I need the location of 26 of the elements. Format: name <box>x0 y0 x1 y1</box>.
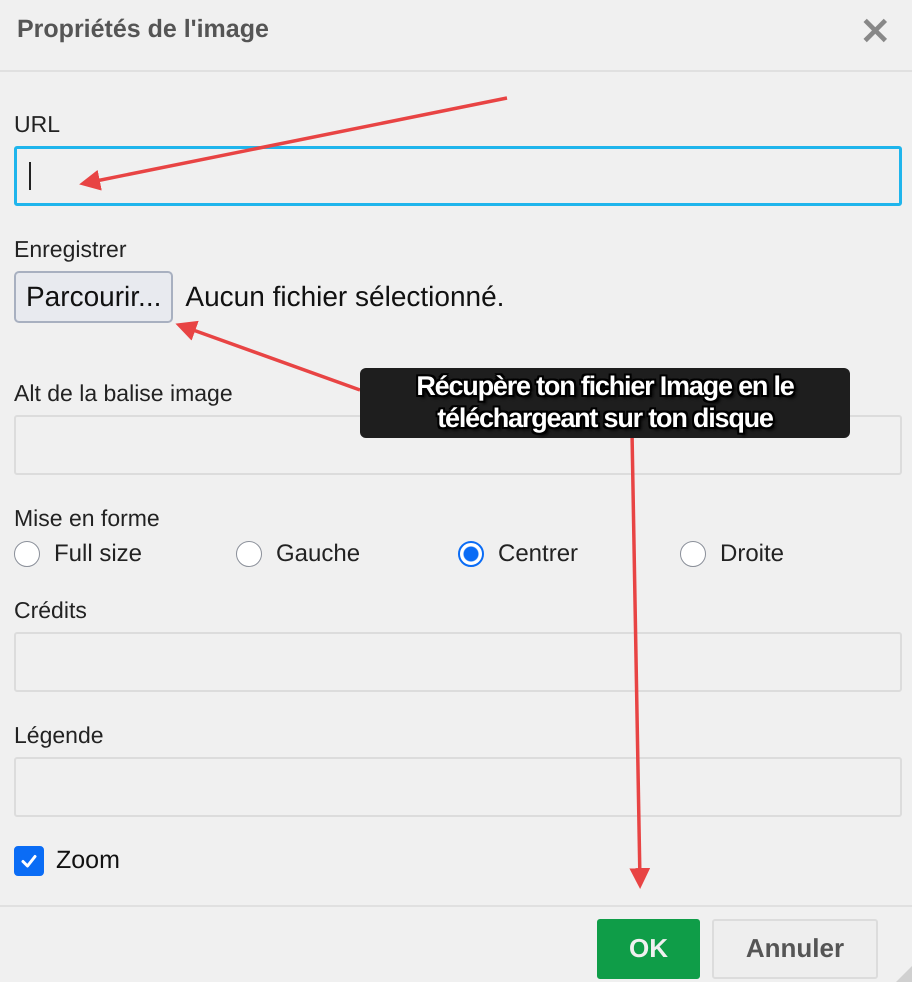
dialog-title: Propriétés de l'image <box>17 15 269 44</box>
radio-label: Gauche <box>276 540 360 568</box>
field-label: Crédits <box>14 596 87 624</box>
field-label: Alt de la balise image <box>14 378 233 407</box>
radio-button[interactable] <box>458 540 484 567</box>
checkbox-label: Zoom <box>56 846 120 876</box>
browse-button[interactable]: Parcourir... <box>14 270 174 323</box>
field-label: URL <box>14 110 60 138</box>
radio-button[interactable] <box>680 540 706 567</box>
checkbox[interactable] <box>14 846 44 876</box>
field-label: Mise en forme <box>14 504 160 532</box>
resize-grip-icon[interactable] <box>896 966 912 982</box>
field-label: Enregistrer <box>14 234 126 263</box>
cancel-button[interactable]: Annuler <box>712 918 878 979</box>
radio-label: Droite <box>720 540 784 568</box>
text-cursor <box>29 162 31 190</box>
field-label: Légende <box>14 720 104 749</box>
text-input-field[interactable] <box>14 146 902 206</box>
file-status: Aucun fichier sélectionné. <box>185 280 504 313</box>
text-input-field[interactable] <box>14 632 902 692</box>
radio-button[interactable] <box>236 540 262 567</box>
annotation-text: Récupère ton fichier Image en le téléchargeant sur ton disque <box>360 368 850 438</box>
radio-label: Full size <box>54 540 142 568</box>
text-input-field[interactable] <box>14 756 902 817</box>
radio-button[interactable] <box>14 540 40 567</box>
radio-label: Centrer <box>498 540 578 568</box>
